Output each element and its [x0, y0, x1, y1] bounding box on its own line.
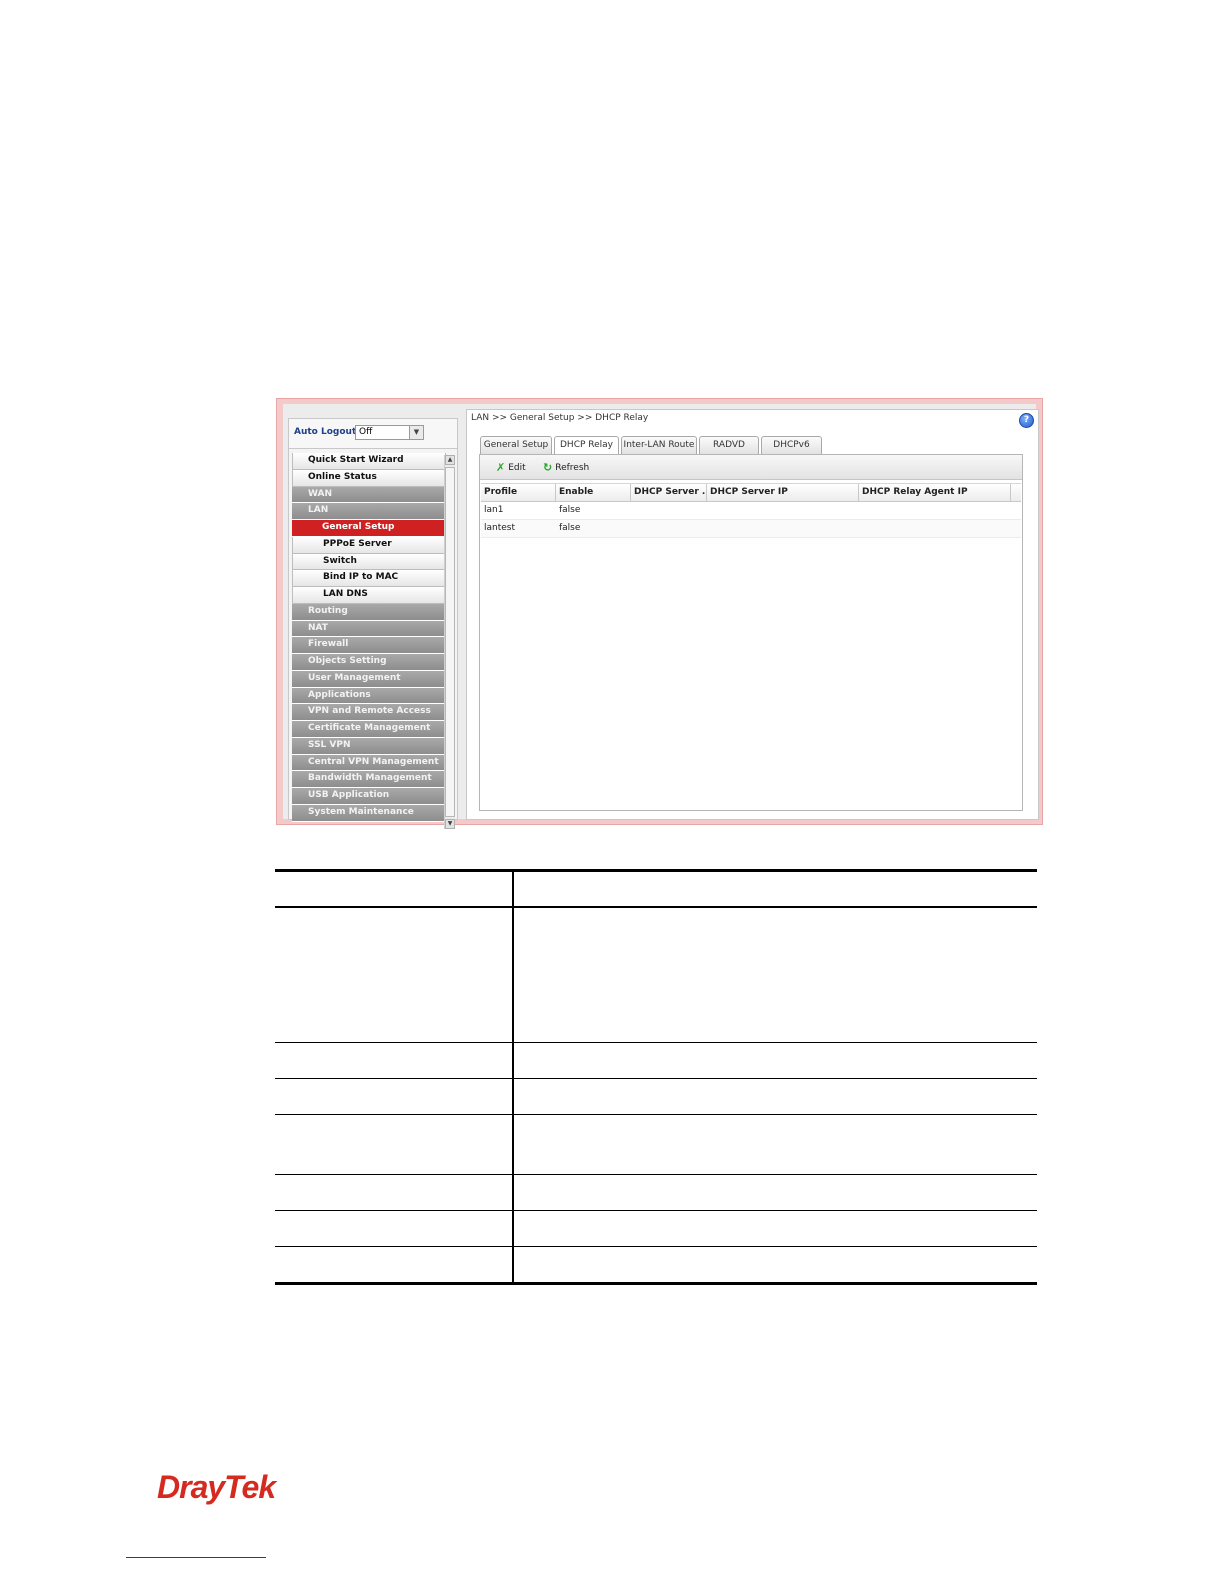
tab-dhcp-relay[interactable]: DHCP Relay [554, 436, 619, 455]
refresh-button[interactable]: ↻ Refresh [543, 461, 589, 474]
table-rule-bottom [275, 1282, 1037, 1285]
auto-logout-label: Auto Logout : [294, 427, 363, 437]
sidebar-item-pppoe-server[interactable]: PPPoE Server [292, 536, 446, 554]
sidebar-item-firewall[interactable]: Firewall [292, 637, 446, 654]
dhcp-relay-panel: ✗ Edit ↻ Refresh Profile Enable DHCP Serve… [479, 454, 1023, 811]
sidebar-scrollbar[interactable]: ▲ ▼ [444, 455, 455, 829]
sidebar-menu: Quick Start Wizard Online Status WAN LAN Gen… [292, 453, 446, 822]
sidebar-item-system-maintenance[interactable]: System Maintenance [292, 804, 446, 822]
auto-logout-select[interactable]: Off ▼ [355, 425, 424, 440]
col-dhcp-relay-agent-ip[interactable]: DHCP Relay Agent IP [859, 484, 1011, 501]
table-rule [275, 1078, 1037, 1079]
sidebar-item-central-vpn-management[interactable]: Central VPN Management [292, 754, 446, 772]
sidebar-item-lan[interactable]: LAN [292, 503, 446, 520]
cell-profile: lantest [484, 523, 516, 533]
scroll-down-icon[interactable]: ▼ [445, 819, 455, 829]
scrollbar-thumb[interactable] [445, 467, 455, 817]
screenshot-body: Auto Logout : Off ▼ Quick Start Wizard On… [283, 404, 1039, 829]
sidebar-item-bandwidth-management[interactable]: Bandwidth Management [292, 771, 446, 788]
tab-general-setup[interactable]: General Setup [480, 436, 552, 454]
table-rule [275, 1246, 1037, 1247]
sidebar-item-bind-ip-to-mac[interactable]: Bind IP to MAC [292, 570, 446, 587]
tab-inter-lan-route[interactable]: Inter-LAN Route [621, 436, 697, 454]
cell-enable: false [559, 505, 581, 515]
sidebar-item-ssl-vpn[interactable]: SSL VPN [292, 737, 446, 755]
sidebar-item-switch[interactable]: Switch [292, 553, 446, 571]
breadcrumb: LAN >> General Setup >> DHCP Relay [471, 413, 649, 423]
cell-profile: lan1 [484, 505, 504, 515]
refresh-label: Refresh [555, 463, 590, 473]
help-icon[interactable]: ? [1019, 413, 1034, 428]
col-dhcp-server[interactable]: DHCP Server ... [631, 484, 707, 501]
sidebar-item-applications[interactable]: Applications [292, 687, 446, 705]
table-column-divider [512, 869, 514, 1285]
sidebar-item-nat[interactable]: NAT [292, 620, 446, 638]
edit-icon: ✗ [496, 461, 506, 474]
table-row[interactable]: lantest false [481, 520, 1021, 538]
refresh-icon: ↻ [543, 461, 553, 474]
chevron-down-icon[interactable]: ▼ [409, 426, 423, 439]
table-rule [275, 1174, 1037, 1175]
sidebar: Auto Logout : Off ▼ Quick Start Wizard On… [288, 418, 458, 829]
sidebar-item-vpn-and-remote-access[interactable]: VPN and Remote Access [292, 704, 446, 721]
edit-button[interactable]: ✗ Edit [496, 461, 526, 474]
col-dhcp-server-ip[interactable]: DHCP Server IP [707, 484, 859, 501]
toolbar: ✗ Edit ↻ Refresh [480, 455, 1022, 480]
sidebar-item-objects-setting[interactable]: Objects Setting [292, 654, 446, 671]
tab-radvd[interactable]: RADVD [699, 436, 759, 454]
table-rule-top [275, 869, 1037, 872]
sidebar-item-wan[interactable]: WAN [292, 486, 446, 504]
table-row[interactable]: lan1 false [481, 502, 1021, 520]
parameter-table [275, 869, 1037, 1285]
sidebar-item-quick-start-wizard[interactable]: Quick Start Wizard [292, 453, 446, 470]
scroll-up-icon[interactable]: ▲ [445, 455, 455, 465]
table-rule-header [275, 906, 1037, 908]
footer-link-underline[interactable] [126, 1557, 266, 1558]
edit-label: Edit [508, 463, 526, 473]
table-rule [275, 1210, 1037, 1211]
sidebar-item-routing[interactable]: Routing [292, 603, 446, 621]
auto-logout-bar: Auto Logout : Off ▼ [289, 419, 457, 449]
relay-grid: Profile Enable DHCP Server ... DHCP Serv… [481, 483, 1021, 538]
sidebar-item-user-management[interactable]: User Management [292, 670, 446, 688]
router-ui-screenshot: Auto Logout : Off ▼ Quick Start Wizard On… [276, 398, 1043, 829]
main-panel: LAN >> General Setup >> DHCP Relay ? Gen… [466, 409, 1039, 820]
table-rule [275, 1114, 1037, 1115]
logo-text: DrayTek [157, 1469, 278, 1505]
cell-enable: false [559, 523, 581, 533]
draytek-logo: DrayTek [157, 1469, 279, 1505]
sidebar-item-lan-dns[interactable]: LAN DNS [292, 587, 446, 604]
sidebar-item-general-setup[interactable]: General Setup [292, 520, 446, 537]
auto-logout-value: Off [359, 427, 373, 437]
tab-dhcpv6[interactable]: DHCPv6 [761, 436, 822, 454]
col-profile[interactable]: Profile [481, 484, 556, 501]
sidebar-item-online-status[interactable]: Online Status [292, 469, 446, 487]
col-enable[interactable]: Enable [556, 484, 631, 501]
table-rule [275, 1042, 1037, 1043]
sidebar-item-usb-application[interactable]: USB Application [292, 788, 446, 805]
grid-header: Profile Enable DHCP Server ... DHCP Serv… [481, 483, 1021, 502]
sidebar-item-certificate-management[interactable]: Certificate Management [292, 721, 446, 738]
